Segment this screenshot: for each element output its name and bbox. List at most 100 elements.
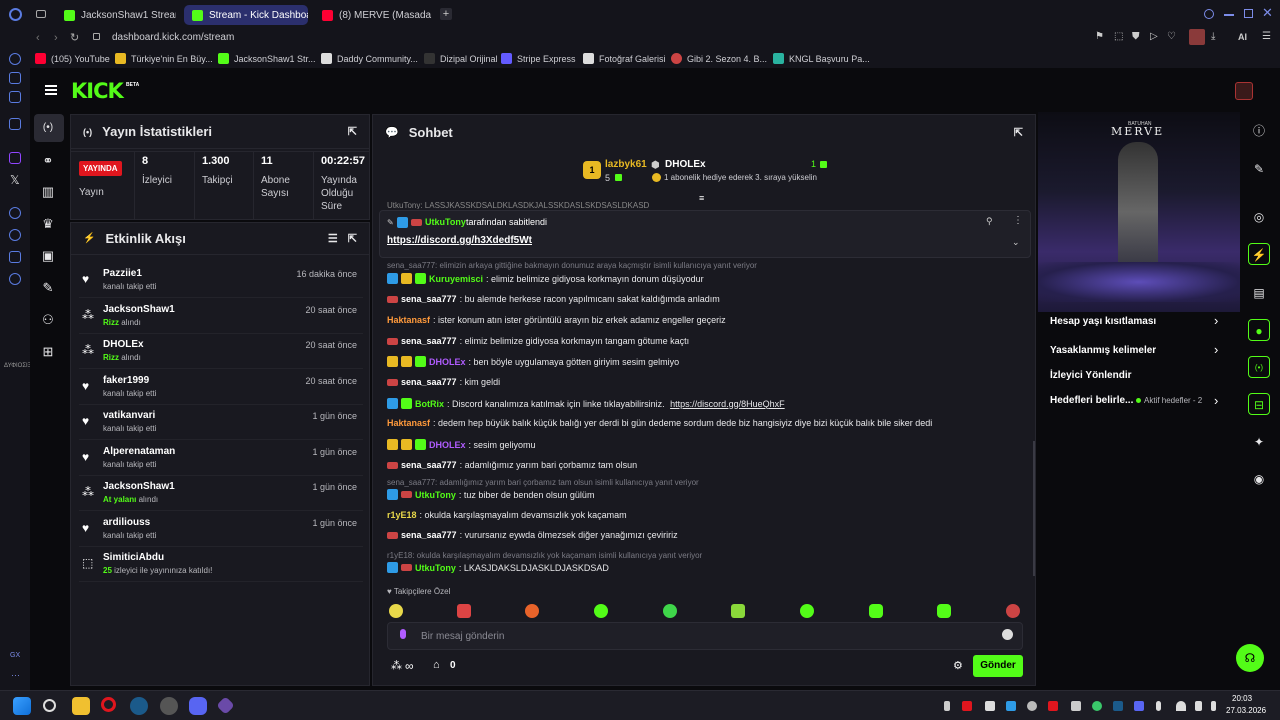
chat-username[interactable]: BotRix bbox=[415, 399, 444, 409]
wifi-icon[interactable] bbox=[1176, 701, 1186, 711]
bookmark-dizipal[interactable]: Dizipal Orijinal bbox=[424, 53, 498, 64]
wrench-icon[interactable]: ✦ bbox=[1248, 431, 1270, 453]
popout-icon[interactable]: ⇱ bbox=[1014, 126, 1023, 139]
bookmark-daddy[interactable]: Daddy Community... bbox=[321, 53, 418, 64]
event-username[interactable]: JacksonShaw1 bbox=[103, 481, 175, 492]
broadcast-icon[interactable]: (•) bbox=[1248, 356, 1270, 378]
emoji-icon[interactable] bbox=[1002, 629, 1013, 640]
event-item[interactable]: ♥ vatikanvari kanalı takip etti 1 gün önce bbox=[79, 405, 363, 440]
url-text[interactable]: dashboard.kick.com/stream bbox=[112, 32, 234, 43]
opera-icon[interactable] bbox=[101, 697, 116, 712]
chat-icon[interactable]: ● bbox=[1248, 319, 1270, 341]
tray-icon[interactable] bbox=[985, 701, 995, 711]
battery-icon[interactable] bbox=[1211, 701, 1216, 711]
settings-gear-icon[interactable]: ⚙ bbox=[953, 659, 963, 672]
tray-icon[interactable] bbox=[1113, 701, 1123, 711]
emote-icon[interactable] bbox=[1006, 604, 1020, 618]
search-icon[interactable] bbox=[1204, 9, 1214, 19]
opera-sidebar-icon[interactable] bbox=[9, 53, 21, 65]
wrench-icon[interactable]: ✎ bbox=[41, 281, 55, 295]
file-explorer-icon[interactable] bbox=[72, 697, 90, 715]
chat-link[interactable]: https://discord.gg/8HueQhxF bbox=[670, 399, 785, 409]
opera-sidebar-icon[interactable] bbox=[9, 91, 21, 103]
event-username[interactable]: DHOLEx bbox=[103, 339, 144, 350]
event-username[interactable]: SimiticiAbdu bbox=[103, 552, 164, 563]
chat-username[interactable]: DHOLEx bbox=[429, 357, 466, 367]
chat-username[interactable]: sena_saa777 bbox=[401, 377, 457, 387]
tray-icon[interactable] bbox=[1048, 701, 1058, 711]
emote-icon[interactable] bbox=[869, 604, 883, 618]
chat-username[interactable]: sena_saa777 bbox=[401, 460, 457, 470]
popout-icon[interactable]: ⇱ bbox=[348, 232, 357, 245]
event-username[interactable]: faker1999 bbox=[103, 375, 149, 386]
opera-sidebar-icon[interactable] bbox=[9, 72, 21, 84]
reload-icon[interactable]: ↻ bbox=[70, 31, 79, 44]
ai-button[interactable]: AI bbox=[1238, 32, 1247, 42]
kick-logo[interactable]: KICK bbox=[71, 79, 124, 103]
shield-icon[interactable]: ⛊ bbox=[1132, 31, 1140, 42]
new-tab-button[interactable]: + bbox=[440, 8, 452, 20]
tray-icon[interactable] bbox=[944, 701, 950, 711]
event-item[interactable]: ⬚ SimiticiAbdu 25 izleyici ile yayınınıza … bbox=[79, 547, 363, 582]
chevron-down-icon[interactable]: ⌄ bbox=[1012, 237, 1020, 248]
event-username[interactable]: ardiliouss bbox=[103, 517, 150, 528]
discord-icon[interactable] bbox=[189, 697, 207, 715]
dashboard-icon[interactable]: ⊞ bbox=[41, 345, 55, 359]
unpin-icon[interactable]: ⚲ bbox=[986, 216, 993, 227]
info-icon[interactable]: ⓘ bbox=[1248, 120, 1270, 142]
forward-icon[interactable]: › bbox=[54, 32, 58, 44]
event-item[interactable]: ♥ Alperenataman kanalı takip etti 1 gün önc… bbox=[79, 441, 363, 476]
points-icon[interactable]: ⁂ bbox=[391, 659, 402, 672]
emote-icon[interactable] bbox=[937, 604, 951, 618]
banned-words[interactable]: Yasaklanmış kelimeler bbox=[1050, 345, 1156, 356]
more-options-icon[interactable]: ⋮ bbox=[1013, 215, 1023, 226]
streams-icon[interactable]: ◉ bbox=[1248, 468, 1270, 490]
volume-icon[interactable] bbox=[1195, 701, 1202, 711]
windows-start-icon[interactable] bbox=[13, 697, 31, 715]
bookmark-foto[interactable]: Fotoğraf Galerisi bbox=[583, 53, 666, 64]
tray-icon[interactable] bbox=[1071, 701, 1081, 711]
app-icon[interactable] bbox=[160, 697, 178, 715]
play-icon[interactable]: ▷ bbox=[1150, 31, 1158, 42]
video-icon[interactable]: ▣ bbox=[41, 249, 55, 263]
link-icon[interactable]: ⚭ bbox=[41, 154, 55, 168]
document-icon[interactable]: ▤ bbox=[1248, 282, 1270, 304]
chat-username[interactable]: sena_saa777 bbox=[401, 530, 457, 540]
emote-icon[interactable] bbox=[594, 604, 608, 618]
menu-icon[interactable]: ☰ bbox=[1262, 31, 1271, 42]
tray-icon[interactable] bbox=[962, 701, 972, 711]
chat-username[interactable]: UtkuTony bbox=[415, 563, 456, 573]
event-item[interactable]: ⁂ JacksonShaw1 At yalanı alındı 1 gün önce bbox=[79, 476, 363, 511]
chevron-right-icon[interactable]: › bbox=[1214, 342, 1218, 357]
viewer-redirect[interactable]: İzleyici Yönlendir bbox=[1050, 370, 1132, 381]
chevron-right-icon[interactable]: › bbox=[1214, 393, 1218, 408]
chat-scrollbar[interactable] bbox=[1033, 441, 1035, 576]
user-avatar[interactable] bbox=[1235, 82, 1253, 100]
chat-username[interactable]: DHOLEx bbox=[429, 440, 466, 450]
users-icon[interactable]: ⊟ bbox=[1248, 393, 1270, 415]
set-goals[interactable]: Hedefleri belirle... bbox=[1050, 395, 1133, 406]
tab-kick-dashboard[interactable]: Stream - Kick Dashboard bbox=[184, 5, 308, 25]
tray-icon[interactable] bbox=[1092, 701, 1102, 711]
camera-icon[interactable]: ◎ bbox=[1248, 206, 1270, 228]
bookmark-jackson[interactable]: JacksonShaw1 Str... bbox=[218, 53, 316, 64]
chat-username[interactable]: Kuruyemisci bbox=[429, 274, 483, 284]
chat-username[interactable]: r1yE18 bbox=[387, 510, 417, 520]
mic-tray-icon[interactable] bbox=[1156, 701, 1161, 711]
mic-icon[interactable] bbox=[400, 629, 406, 639]
account-age-restriction[interactable]: Hesap yaşı kısıtlaması bbox=[1050, 316, 1156, 327]
emote-icon[interactable] bbox=[525, 604, 539, 618]
chat-username[interactable]: sena_saa777 bbox=[401, 294, 457, 304]
search-icon[interactable] bbox=[43, 699, 56, 712]
pinned-link[interactable]: https://discord.gg/h3Xdedf5Wt bbox=[387, 235, 532, 246]
shop-icon[interactable]: ⌂ bbox=[433, 659, 440, 671]
support-button[interactable]: ☊ bbox=[1236, 644, 1264, 672]
opera-sidebar-icon[interactable] bbox=[9, 251, 21, 263]
chat-username[interactable]: Haktanasf bbox=[387, 315, 430, 325]
emote-icon[interactable] bbox=[800, 604, 814, 618]
opera-sidebar-icon[interactable] bbox=[9, 118, 21, 130]
taskbar-date[interactable]: 27.03.2026 bbox=[1226, 706, 1266, 715]
emote-icon[interactable] bbox=[389, 604, 403, 618]
twitch-icon[interactable] bbox=[9, 152, 21, 164]
opera-logo-icon[interactable] bbox=[9, 8, 22, 21]
